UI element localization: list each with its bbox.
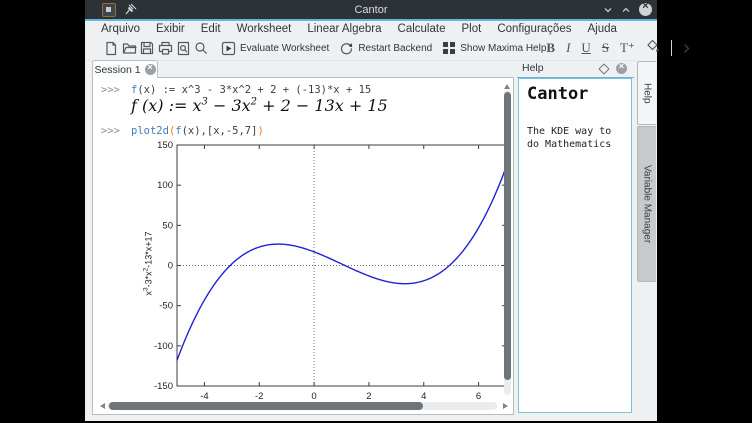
prompt: >>>	[101, 125, 120, 137]
worksheet-area: >>> f(x) := x^3 - 3*x^2 + 2 + (-13)*x + …	[92, 77, 514, 415]
menu-bar: Arquivo Exibir Edit Worksheet Linear Alg…	[85, 21, 657, 36]
superscript-button[interactable]: T⁺	[620, 40, 635, 56]
hscroll-thumb[interactable]	[109, 402, 423, 410]
scroll-up-arrow[interactable]	[504, 81, 510, 89]
fill-color-icon[interactable]	[646, 39, 660, 58]
help-body-text: The KDE way to do Mathematics	[527, 125, 629, 151]
chevron-down-icon[interactable]	[603, 5, 613, 15]
help-heading: Cantor	[527, 84, 588, 104]
help-panel-title: Help	[522, 62, 544, 74]
command-1-code[interactable]: f(x) := x^3 - 3*x^2 + 2 + (-13)*x + 15	[131, 84, 371, 96]
side-tab-variable-manager-label: Variable Manager	[642, 165, 653, 243]
search-icon[interactable]	[193, 40, 209, 56]
menu-edit[interactable]: Edit	[193, 23, 229, 35]
command-2-code[interactable]: plot2d(f(x),[x,-5,7])	[131, 125, 264, 137]
chevron-up-icon[interactable]	[621, 5, 631, 15]
strikethrough-button[interactable]: S	[602, 40, 609, 56]
help-panel-header: Help	[517, 60, 634, 78]
screen: Cantor Arquivo Exibir Edit Worksheet Lin…	[0, 0, 752, 423]
plot-canvas: -4-20246-150-100-50050100150	[139, 140, 513, 406]
help-panel: Help Cantor The KDE way to do Mathematic…	[517, 60, 634, 415]
close-window-icon[interactable]	[639, 3, 652, 16]
menu-arquivo[interactable]: Arquivo	[93, 23, 148, 35]
print-preview-button[interactable]	[175, 40, 191, 56]
close-panel-icon[interactable]	[616, 63, 627, 74]
side-tab-variable-manager[interactable]: Variable Manager	[637, 126, 656, 282]
toolbar-separator	[671, 40, 672, 56]
command-entry-2[interactable]: >>> plot2d(f(x),[x,-5,7])	[93, 125, 513, 139]
new-worksheet-button[interactable]	[103, 40, 119, 56]
side-tab-help[interactable]: Help	[637, 61, 656, 125]
menu-configuracoes[interactable]: Configurações	[489, 23, 579, 35]
help-panel-content: Cantor The KDE way to do Mathematics	[518, 78, 632, 413]
tab-session-1[interactable]: Session 1	[92, 60, 158, 78]
print-button[interactable]	[157, 40, 173, 56]
prompt: >>>	[101, 84, 120, 96]
svg-text:0: 0	[168, 261, 173, 272]
latex-result: f (x) := x3 − 3x2 + 2 − 13x + 15	[131, 96, 388, 115]
toolbar-overflow-chevron-icon[interactable]	[683, 43, 690, 54]
menu-ajuda[interactable]: Ajuda	[579, 23, 624, 35]
show-maxima-help-button[interactable]: Show Maxima Help	[442, 41, 546, 55]
window-title: Cantor	[85, 4, 657, 16]
scroll-left-arrow[interactable]	[97, 403, 105, 409]
italic-button[interactable]: I	[566, 40, 570, 56]
underline-button[interactable]: U	[581, 40, 590, 56]
svg-text:50: 50	[162, 220, 173, 231]
side-tab-help-label: Help	[642, 83, 653, 104]
svg-text:-100: -100	[154, 341, 173, 352]
show-maxima-help-label: Show Maxima Help	[460, 43, 546, 54]
restart-backend-button[interactable]: Restart Backend	[339, 41, 432, 56]
svg-text:-150: -150	[154, 381, 173, 392]
format-toolbar: B I U S T⁺	[546, 39, 689, 58]
close-tab-icon[interactable]	[145, 64, 156, 75]
titlebar: Cantor	[85, 0, 657, 21]
evaluate-worksheet-label: Evaluate Worksheet	[240, 43, 329, 54]
restart-backend-label: Restart Backend	[358, 43, 432, 54]
worksheet-vertical-scrollbar[interactable]	[503, 80, 512, 398]
evaluate-worksheet-button[interactable]: Evaluate Worksheet	[221, 41, 329, 56]
vscroll-thumb[interactable]	[504, 92, 511, 380]
scroll-right-arrow[interactable]	[503, 403, 511, 409]
toolbar: Evaluate Worksheet Restart Backend Show …	[85, 36, 657, 61]
session-tab-label: Session 1	[94, 64, 140, 76]
cantor-window: Cantor Arquivo Exibir Edit Worksheet Lin…	[85, 0, 657, 421]
float-panel-icon[interactable]	[598, 63, 609, 74]
save-button[interactable]	[139, 40, 155, 56]
side-dock-tab-strip: Help Variable Manager	[636, 60, 657, 421]
menu-linear-algebra[interactable]: Linear Algebra	[299, 23, 389, 35]
svg-text:150: 150	[157, 140, 173, 151]
worksheet-horizontal-scrollbar[interactable]	[95, 400, 511, 412]
svg-text:-50: -50	[159, 301, 173, 312]
menu-worksheet[interactable]: Worksheet	[229, 23, 300, 35]
plot-output: x3-3*x2-13*x+17 -4-20246-150-100-5005010…	[139, 140, 513, 406]
plot-y-axis-label: x3-3*x2-13*x+17	[143, 199, 154, 329]
open-worksheet-button[interactable]	[121, 40, 137, 56]
svg-text:100: 100	[157, 180, 173, 191]
menu-plot[interactable]: Plot	[453, 23, 489, 35]
menu-calculate[interactable]: Calculate	[390, 23, 454, 35]
menu-exibir[interactable]: Exibir	[148, 23, 193, 35]
bold-button[interactable]: B	[546, 40, 555, 56]
